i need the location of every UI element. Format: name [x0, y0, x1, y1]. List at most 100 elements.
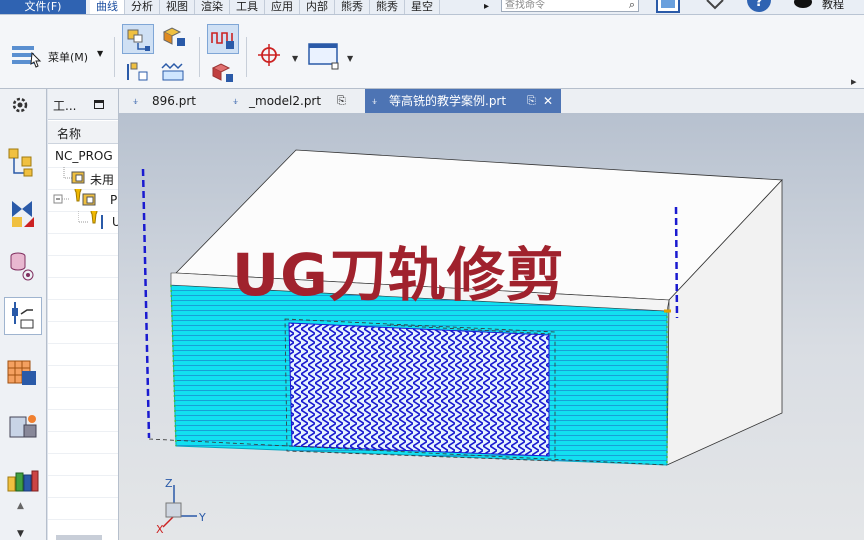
svg-text:?: ?: [755, 0, 763, 10]
empty-row: [48, 321, 118, 344]
tab-896-prt[interactable]: ⍖ 896.prt: [127, 89, 227, 113]
tab-xingkong[interactable]: 星空: [405, 0, 440, 14]
machine-tool-view-button[interactable]: [158, 24, 190, 54]
sidebar-scroll-down-arrow[interactable]: ▼: [17, 529, 24, 539]
tab-contour-milling-case-prt[interactable]: ⍖ 等高铣的教学案例.prt ⎘ ✕: [365, 89, 561, 113]
gear-icon: [12, 97, 28, 113]
menu-bar: 文件(F) 曲线 分析 视图 渲染 工具 应用 内部 熊秀 熊秀 星空 ▸ 查找…: [0, 0, 864, 15]
command-search-input[interactable]: 查找命令 ⌕: [501, 0, 639, 12]
display-dropdown-arrow[interactable]: ▼: [347, 54, 353, 63]
operation-navigator-panel: 工... 名称 NC_PROG 未用 P U: [48, 89, 119, 540]
machine-tool-icon: [162, 27, 185, 46]
tab-analysis[interactable]: 分析: [125, 0, 160, 14]
toolpath-zigzag-region: [288, 322, 550, 457]
method-view-icon: [161, 62, 184, 81]
tab-render[interactable]: 渲染: [195, 0, 230, 14]
help-icon[interactable]: ?: [744, 0, 774, 14]
navigator-title: 工...: [53, 99, 77, 113]
part-model-graphic: [141, 149, 783, 528]
assembly-navigator-button[interactable]: [4, 143, 42, 181]
tab-view[interactable]: 视图: [160, 0, 195, 14]
program-order-icon: [127, 29, 150, 51]
part-file-icon: ⍖: [132, 94, 140, 108]
constraint-navigator-button[interactable]: [4, 195, 42, 233]
tree-row-label: P: [110, 193, 118, 207]
tab-curve[interactable]: 曲线: [90, 0, 125, 14]
search-icon: ⌕: [628, 0, 635, 11]
toolbar-overflow-arrow[interactable]: ▸: [851, 75, 857, 88]
tree-row-operation[interactable]: U: [48, 211, 118, 234]
toolpath-right-lead: [674, 206, 679, 319]
tutorial-icon[interactable]: [790, 0, 816, 14]
horizontal-scrollbar[interactable]: [56, 535, 102, 540]
coordinate-triad: [162, 485, 197, 528]
machine-tool-nav-icon: [9, 415, 37, 438]
tab-xiongxiu-1[interactable]: 熊秀: [335, 0, 370, 14]
empty-row: [48, 497, 118, 520]
ribbon-tabs: 曲线 分析 视图 渲染 工具 应用 内部 熊秀 熊秀 星空: [90, 0, 440, 14]
reuse-library-button[interactable]: [4, 461, 42, 499]
bookmark-icon[interactable]: [700, 0, 730, 14]
sidebar-scroll-up-arrow[interactable]: ▲: [17, 501, 24, 511]
tab-tools[interactable]: 工具: [230, 0, 265, 14]
tab-application[interactable]: 应用: [265, 0, 300, 14]
verify-toolpath-button[interactable]: [207, 58, 239, 88]
empty-row: [48, 277, 118, 300]
empty-row: [48, 255, 118, 278]
menu-button[interactable]: 菜单(M) ▼: [8, 41, 106, 71]
display-window-icon: [308, 43, 339, 70]
file-menu[interactable]: 文件(F): [0, 0, 86, 14]
tab-label: _model2.prt: [249, 94, 322, 108]
menu-icon: [12, 46, 42, 68]
csys-button[interactable]: [254, 41, 286, 71]
tree-row-label: 未用: [90, 173, 115, 187]
tree-program-icon: [53, 189, 96, 206]
toolbar-separator: [246, 37, 247, 77]
generate-toolpath-button[interactable]: [207, 24, 239, 54]
axis-z-label: Z: [165, 477, 173, 490]
menu-dropdown-arrow: ▼: [97, 49, 104, 58]
display-button[interactable]: [306, 41, 344, 73]
settings-button[interactable]: [4, 91, 42, 129]
tab-label: 等高铣的教学案例.prt: [389, 94, 507, 108]
method-view-button[interactable]: [158, 58, 190, 88]
part-navigator-button[interactable]: [4, 247, 42, 285]
tab-internal[interactable]: 内部: [300, 0, 335, 14]
tab-xiongxiu-2[interactable]: 熊秀: [370, 0, 405, 14]
tree-row-label: NC_PROG: [55, 149, 113, 163]
part-file-icon: ⍖: [232, 94, 240, 108]
constraint-icon: [12, 201, 34, 227]
document-tabs: ⍖ 896.prt ⍖ _model2.prt ⎘ ⍖ 等高铣的教学案例.prt…: [119, 89, 864, 114]
machine-navigator-button[interactable]: [4, 355, 42, 393]
graphics-viewport[interactable]: Z Y X: [119, 113, 864, 540]
operation-navigator-button[interactable]: [4, 297, 42, 335]
geometry-view-button[interactable]: [122, 58, 154, 88]
empty-row: [48, 233, 118, 256]
close-tab-icon[interactable]: ✕: [543, 89, 553, 113]
tree-row-nc-program[interactable]: NC_PROG: [48, 145, 118, 168]
tree-row-label: U: [112, 215, 118, 229]
name-column-header[interactable]: 名称: [48, 121, 118, 144]
modified-doc-icon: ⎘: [527, 94, 536, 107]
empty-row: [48, 343, 118, 366]
empty-row: [48, 387, 118, 410]
navigator-header: 工...: [48, 89, 118, 120]
modified-doc-icon: ⎘: [337, 94, 346, 107]
program-order-view-button[interactable]: [122, 24, 154, 54]
csys-dropdown-arrow[interactable]: ▼: [292, 54, 298, 63]
resource-bar: ▲ ▼: [0, 89, 47, 540]
geometry-view-icon: [127, 62, 148, 81]
tree-row-program[interactable]: P: [48, 189, 118, 212]
machine-tool-navigator-button[interactable]: [4, 409, 42, 447]
more-tabs-arrow[interactable]: ▸: [484, 0, 489, 14]
maximize-icon[interactable]: [94, 100, 104, 109]
axis-x-label: X: [156, 523, 164, 536]
toolpath-left-lead: [141, 168, 151, 439]
tab-model2-prt[interactable]: ⍖ _model2.prt ⎘: [227, 89, 359, 113]
window-icon[interactable]: [652, 0, 686, 14]
tree-row-unused[interactable]: 未用: [48, 167, 118, 190]
empty-row: [48, 431, 118, 454]
tutorial-label[interactable]: 教程: [822, 0, 844, 12]
video-overlay-title: UG刀轨修剪: [232, 241, 565, 309]
empty-row: [48, 409, 118, 432]
